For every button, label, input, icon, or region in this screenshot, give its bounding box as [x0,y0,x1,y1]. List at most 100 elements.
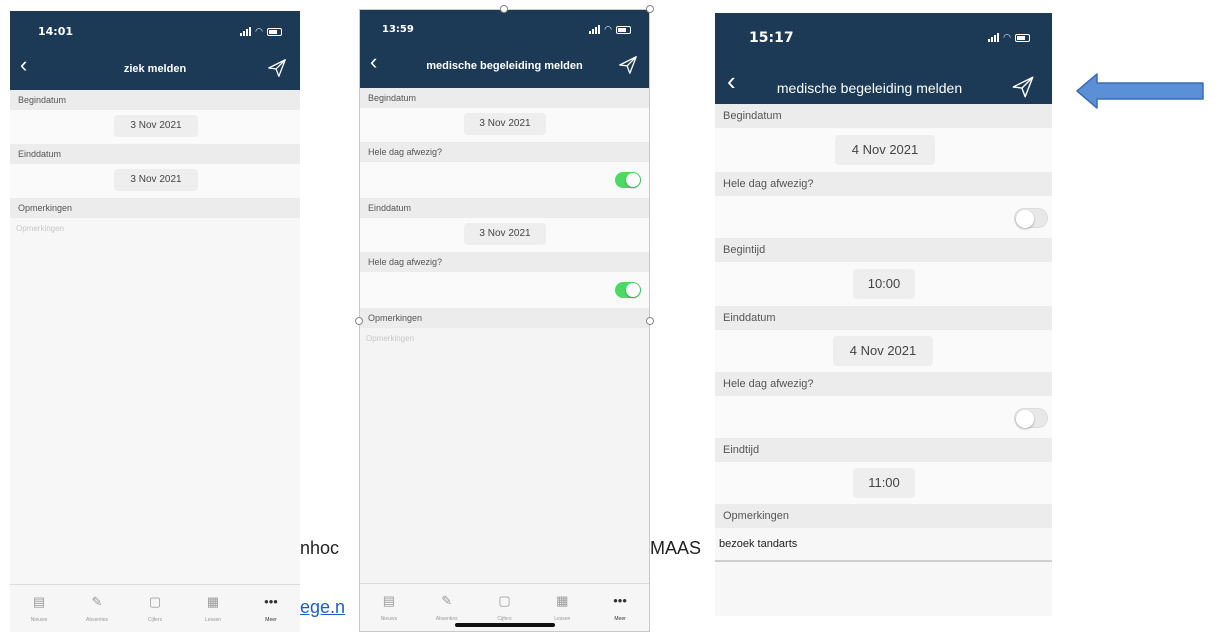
end-date-row: 3 Nov 2021 [10,164,300,198]
tab-label: Absenties [86,617,108,623]
end-date-label: Einddatum [10,144,300,164]
status-time: 15:17 [749,30,794,46]
more-icon: ••• [264,594,278,609]
begin-date-label: Begindatum [360,88,649,108]
allday-row-2 [715,396,1052,438]
end-date-picker[interactable]: 3 Nov 2021 [114,169,198,191]
end-date-row: 3 Nov 2021 [360,218,649,252]
document-text-fragment-right: MAAS [650,538,702,558]
begin-date-picker[interactable]: 3 Nov 2021 [464,113,546,135]
allday-toggle-1[interactable] [615,172,641,188]
remarks-label: Opmerkingen [715,504,1052,528]
begin-date-label: Begindatum [715,104,1052,128]
navigation-bar: 13:59 ◠ ‹ medische begeleiding melden [360,10,649,88]
status-time: 14:01 [38,25,74,38]
tab-label: Meer [265,617,277,623]
status-icons: ◠ [240,27,282,36]
end-time-label: Eindtijd [715,438,1052,462]
resize-handle-top-right[interactable] [646,5,654,13]
tab-label: Absenties [435,616,458,622]
allday-toggle-2[interactable] [615,282,641,298]
tab-label: Nieuws [380,616,398,622]
page-title: medische begeleiding melden [426,60,583,72]
send-icon[interactable] [1010,74,1036,100]
begin-date-picker[interactable]: 4 Nov 2021 [835,135,935,165]
status-time: 13:59 [382,24,414,35]
clipboard-icon: ▢ [148,594,162,609]
allday-toggle-2[interactable] [1014,408,1048,428]
end-date-picker[interactable]: 4 Nov 2021 [833,336,933,366]
tab-label: Nieuws [30,617,48,623]
wifi-icon: ◠ [604,24,612,34]
tab-label: Lessen [204,617,222,623]
annotation-arrow-icon [1076,73,1204,109]
tab-label: Cijfers [147,617,163,623]
clipboard-icon: ▢ [498,593,511,608]
navigation-bar: 15:17 ◠ ‹ medische begeleiding melden [715,13,1052,104]
tab-label: Cijfers [497,616,512,622]
tab-absenties[interactable]: ✎ Absenties [68,585,126,632]
allday-label-1: Hele dag afwezig? [715,172,1052,196]
signal-icon [988,33,1000,42]
end-date-row: 4 Nov 2021 [715,330,1052,372]
end-date-label: Einddatum [360,198,649,218]
page-title: medische begeleiding melden [776,80,963,96]
allday-row-1 [360,162,649,198]
status-icons: ◠ [988,33,1030,42]
allday-row-1 [715,196,1052,238]
allday-row-2 [360,272,649,308]
tab-bar: ▤ Nieuws ✎ Absenties ▢ Cijfers ▦ Lessen ••• M… [10,584,300,632]
battery-icon [267,27,282,36]
tab-lessen[interactable]: ▦ Lessen [184,585,242,632]
tab-meer[interactable]: ••• Meer [242,585,300,632]
end-date-label: Einddatum [715,306,1052,330]
status-icons: ◠ [589,25,631,34]
tab-label: Meer [614,616,626,622]
phone-screenshot-ziek-melden: 14:01 ◠ ‹ ziek melden Begindatum 3 Nov 2… [10,11,300,632]
newspaper-icon: ▤ [382,593,396,608]
pencil-icon: ✎ [441,593,453,608]
pencil-icon: ✎ [91,594,103,609]
begin-date-label: Begindatum [10,90,300,110]
allday-label-2: Hele dag afwezig? [715,372,1052,396]
resize-handle-top[interactable] [500,5,508,13]
begin-date-row: 3 Nov 2021 [360,108,649,142]
remarks-input[interactable]: bezoek tandarts [715,528,1052,562]
calendar-icon: ▦ [206,594,220,609]
begin-time-label: Begintijd [715,238,1052,262]
send-icon[interactable] [617,54,639,76]
battery-icon [616,25,631,34]
document-text-fragment-left: nhoc [300,538,340,558]
allday-label-1: Hele dag afwezig? [360,142,649,162]
newspaper-icon: ▤ [32,594,46,609]
begin-date-row: 3 Nov 2021 [10,110,300,144]
page-title: ziek melden [123,63,187,75]
wifi-icon: ◠ [255,26,263,36]
signal-icon [589,25,601,34]
remarks-input[interactable]: Opmerkingen [360,328,649,349]
document-link-fragment[interactable]: ege.n [300,597,345,618]
tab-nieuws[interactable]: ▤ Nieuws [360,584,418,631]
remarks-input[interactable]: Opmerkingen [10,218,300,239]
battery-icon [1015,33,1030,42]
tab-meer[interactable]: ••• Meer [591,584,649,631]
tab-nieuws[interactable]: ▤ Nieuws [10,585,68,632]
navigation-bar: 14:01 ◠ ‹ ziek melden [10,11,300,90]
calendar-icon: ▦ [556,593,569,608]
resize-handle-left[interactable] [355,317,363,325]
tab-label: Lessen [554,616,571,622]
begin-time-row: 10:00 [715,262,1052,306]
resize-handle-right[interactable] [646,317,654,325]
send-icon[interactable] [266,57,288,79]
begin-date-picker[interactable]: 3 Nov 2021 [114,115,198,137]
allday-toggle-1[interactable] [1014,208,1048,228]
remarks-label: Opmerkingen [10,198,300,218]
begin-time-picker[interactable]: 10:00 [853,269,915,299]
end-time-row: 11:00 [715,462,1052,504]
end-date-picker[interactable]: 3 Nov 2021 [464,223,546,245]
phone-screenshot-medische-begeleiding-2: 15:17 ◠ ‹ medische begeleiding melden Be… [715,13,1052,616]
tab-cijfers[interactable]: ▢ Cijfers [126,585,184,632]
remarks-label: Opmerkingen [360,308,649,328]
signal-icon [240,27,252,36]
end-time-picker[interactable]: 11:00 [853,468,915,498]
